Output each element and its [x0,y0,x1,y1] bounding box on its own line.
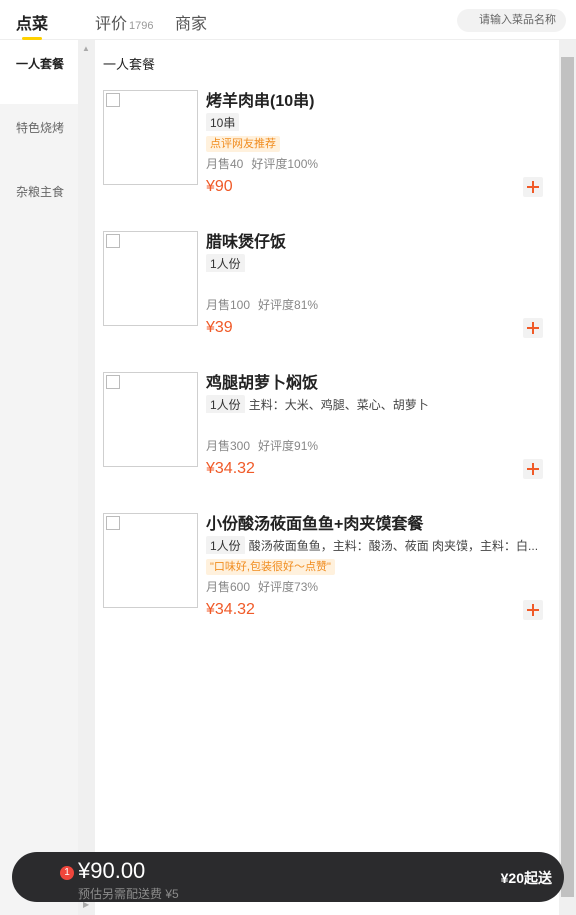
plus-icon[interactable] [523,177,543,197]
category-sidebar: 一人套餐 特色烧烤 杂粮主食 [0,40,78,915]
dish-name: 鸡腿胡萝卜焖饭 [206,375,319,392]
dish-image[interactable] [103,90,198,185]
dish-description: 1人份 [206,254,546,272]
section-title: 一人套餐 [103,57,156,72]
delivery-fee: 预估另需配送费 ¥5 [78,887,179,901]
dish-description: 1人份 酸汤莜面鱼鱼，主料：酸汤、莜面 肉夹馍，主料：白... [206,536,546,554]
dish-description: 10串 [206,113,546,131]
cart-bar[interactable]: 1 ¥90.00 预估另需配送费 ¥5 ¥20起送 [12,852,564,902]
search-placeholder: 请输入菜品名称 [479,14,556,26]
dish-stats: 月售300 好评度91% [206,439,319,453]
recommend-tag: 点评网友推荐 [206,136,280,152]
dish-stats: 月售600 好评度73% [206,580,319,594]
plus-icon[interactable] [523,600,543,620]
category-item-staples[interactable]: 杂粮主食 [0,184,78,200]
spec-chip: 1人份 [206,536,245,554]
tab-reviews[interactable]: 评价 1796 [95,10,154,34]
spec-chip: 1人份 [206,254,245,272]
dish-stats: 月售100 好评度81% [206,298,319,312]
dish-price: ¥90 [206,178,233,195]
broken-image-icon [106,516,120,530]
sidebar-scrollbar[interactable]: ▲ ▶ [78,40,95,915]
dish-price: ¥34.32 [206,601,255,618]
dish-price: ¥34.32 [206,460,255,477]
dish-image[interactable] [103,231,198,326]
plus-icon[interactable] [523,459,543,479]
spec-chip: 10串 [206,113,240,131]
spec-chip: 1人份 [206,395,245,413]
dish-price: ¥39 [206,319,233,336]
min-order-button[interactable]: ¥20起送 [501,868,552,888]
menu-item[interactable]: 腊味煲仔饭 1人份 月售100 好评度81% ¥39 [95,221,559,351]
broken-image-icon [106,375,120,389]
dish-image[interactable] [103,372,198,467]
broken-image-icon [106,234,120,248]
cart-count-badge: 1 [60,866,74,880]
tab-order[interactable]: 点菜 [16,10,48,34]
broken-image-icon [106,93,120,107]
dish-description: 1人份 主料：大米、鸡腿、菜心、胡萝卜 [206,395,546,413]
review-quote-tag: "口味好,包装很好～点赞" [206,559,335,575]
dish-stats: 月售40 好评度100% [206,157,319,171]
menu-item[interactable]: 小份酸汤莜面鱼鱼+肉夹馍套餐 1人份 酸汤莜面鱼鱼，主料：酸汤、莜面 肉夹馍，主料… [95,503,559,633]
menu-list: 一人套餐 烤羊肉串(10串) 10串 点评网友推荐 月售40 好评度100% ¥9… [95,40,559,915]
triangle-up-icon[interactable]: ▲ [82,44,90,53]
dish-name: 烤羊肉串(10串) [206,93,315,110]
menu-item[interactable]: 烤羊肉串(10串) 10串 点评网友推荐 月售40 好评度100% ¥90 [95,80,559,210]
scrollbar-thumb[interactable] [561,57,574,897]
dish-image[interactable] [103,513,198,608]
category-item-set-meal[interactable]: 一人套餐 [0,40,78,104]
review-count: 1796 [129,20,154,32]
main-scrollbar[interactable] [559,40,576,915]
search-input[interactable]: 请输入菜品名称 [457,9,566,32]
category-item-bbq[interactable]: 特色烧烤 [0,120,78,136]
dish-name: 小份酸汤莜面鱼鱼+肉夹馍套餐 [206,516,424,533]
menu-item[interactable]: 鸡腿胡萝卜焖饭 1人份 主料：大米、鸡腿、菜心、胡萝卜 月售300 好评度91% ¥… [95,362,559,492]
cart-total: ¥90.00 [78,858,146,883]
tab-merchant[interactable]: 商家 [175,10,207,34]
top-tab-bar: 点菜 评价 1796 商家 请输入菜品名称 [0,0,576,40]
dish-name: 腊味煲仔饭 [206,234,287,251]
plus-icon[interactable] [523,318,543,338]
